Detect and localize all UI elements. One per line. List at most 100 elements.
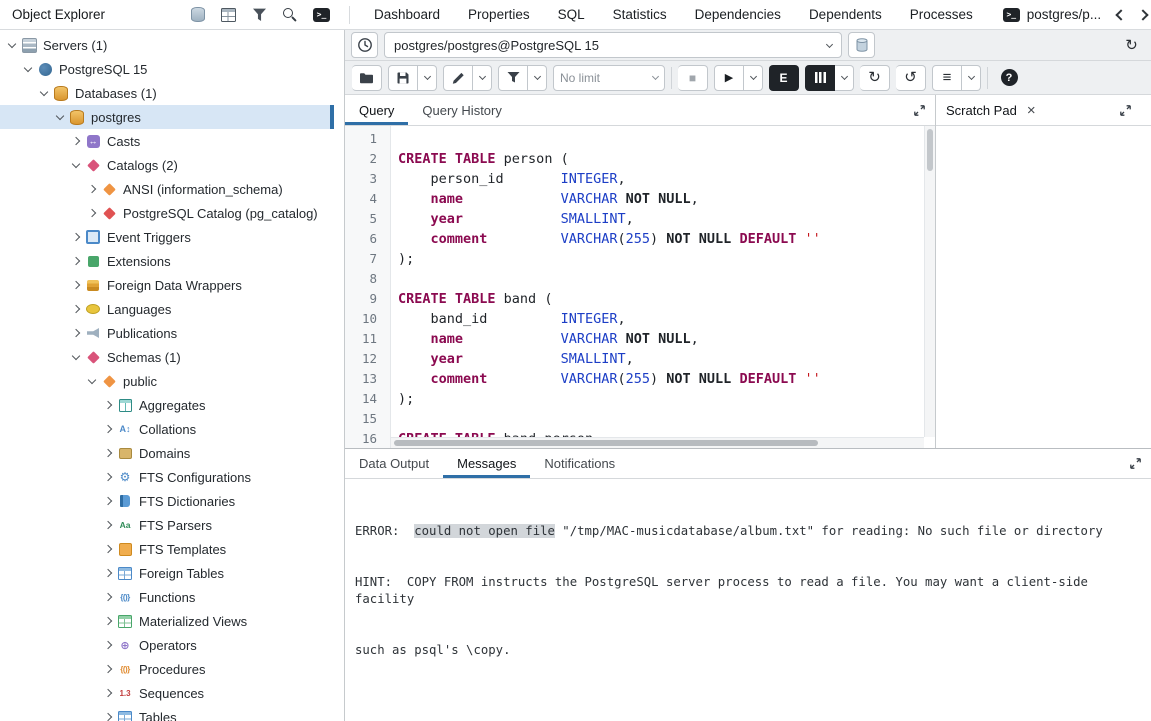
save-button[interactable] [388, 65, 418, 91]
tree-item-casts[interactable]: Casts [0, 129, 334, 153]
stop-button[interactable]: ■ [678, 65, 708, 91]
tree-item-event-triggers[interactable]: Event Triggers [0, 225, 334, 249]
tree-item-sequences[interactable]: Sequences [0, 681, 334, 705]
caret-icon[interactable] [52, 115, 67, 119]
sql-editor[interactable]: 12345678910111213141516 CREATE TABLE per… [345, 126, 935, 448]
tab-dashboard[interactable]: Dashboard [360, 0, 454, 29]
query-tool-tab[interactable]: >_ postgres/p... [987, 0, 1111, 29]
tree-item-aggregates[interactable]: Aggregates [0, 393, 334, 417]
caret-icon[interactable] [100, 570, 115, 576]
code-line[interactable]: year SMALLINT, [398, 349, 935, 369]
code-line[interactable]: year SMALLINT, [398, 209, 935, 229]
edit-button[interactable] [443, 65, 473, 91]
scrollbar-thumb[interactable] [927, 129, 933, 171]
caret-icon[interactable] [100, 714, 115, 720]
tree-item-ansi-information-schema[interactable]: ANSI (information_schema) [0, 177, 334, 201]
output-tab-data-output[interactable]: Data Output [345, 449, 443, 478]
open-file-button[interactable] [352, 65, 382, 91]
caret-icon[interactable] [100, 402, 115, 408]
database-button[interactable] [184, 3, 211, 27]
caret-icon[interactable] [100, 522, 115, 528]
help-button[interactable]: ? [994, 65, 1024, 91]
explain-button[interactable]: E [769, 65, 799, 91]
tab-dependencies[interactable]: Dependencies [681, 0, 795, 29]
caret-icon[interactable] [68, 306, 83, 312]
code-line[interactable]: name VARCHAR NOT NULL, [398, 189, 935, 209]
terminal-button[interactable]: >_ [308, 3, 335, 27]
tab-statistics[interactable]: Statistics [599, 0, 681, 29]
code-area[interactable]: CREATE TABLE person ( person_id INTEGER,… [391, 126, 935, 448]
caret-icon[interactable] [4, 43, 19, 47]
tree-item-languages[interactable]: Languages [0, 297, 334, 321]
caret-icon[interactable] [100, 498, 115, 504]
expand-output-button[interactable] [1129, 457, 1142, 470]
tab-dependents[interactable]: Dependents [795, 0, 896, 29]
expand-editor-button[interactable] [913, 104, 926, 117]
caret-icon[interactable] [68, 138, 83, 144]
tree-item-catalogs-2[interactable]: Catalogs (2) [0, 153, 334, 177]
tree-item-fts-parsers[interactable]: FTS Parsers [0, 513, 334, 537]
tree-item-publications[interactable]: Publications [0, 321, 334, 345]
tree-item-servers-1[interactable]: Servers (1) [0, 33, 334, 57]
filter-menu-button[interactable] [528, 65, 547, 91]
rollback-button[interactable]: ↺ [896, 65, 926, 91]
horizontal-scrollbar[interactable] [391, 437, 924, 448]
tree-item-foreign-data-wrappers[interactable]: Foreign Data Wrappers [0, 273, 334, 297]
tree-item-postgresql-15[interactable]: PostgreSQL 15 [0, 57, 334, 81]
code-line[interactable] [398, 409, 935, 429]
caret-icon[interactable] [100, 474, 115, 480]
caret-icon[interactable] [100, 594, 115, 600]
tree-item-postgres[interactable]: postgres [0, 105, 334, 129]
tree-item-procedures[interactable]: Procedures [0, 657, 334, 681]
chevron-left-icon[interactable] [1115, 9, 1126, 20]
output-tab-notifications[interactable]: Notifications [530, 449, 629, 478]
tree-item-functions[interactable]: Functions [0, 585, 334, 609]
caret-icon[interactable] [100, 546, 115, 552]
caret-icon[interactable] [36, 91, 51, 95]
tree-item-fts-dictionaries[interactable]: FTS Dictionaries [0, 489, 334, 513]
filter-button[interactable] [246, 3, 273, 27]
vertical-scrollbar[interactable] [924, 126, 935, 437]
tree-item-domains[interactable]: Domains [0, 441, 334, 465]
filter-button[interactable] [498, 65, 528, 91]
tree-item-databases-1[interactable]: Databases (1) [0, 81, 334, 105]
scrollbar-thumb[interactable] [394, 440, 818, 446]
tree-item-operators[interactable]: Operators [0, 633, 334, 657]
code-line[interactable]: CREATE TABLE band ( [398, 289, 935, 309]
tree-item-fts-templates[interactable]: FTS Templates [0, 537, 334, 561]
chevron-right-icon[interactable] [1137, 9, 1148, 20]
code-line[interactable]: comment VARCHAR(255) NOT NULL DEFAULT '' [398, 369, 935, 389]
tab-properties[interactable]: Properties [454, 0, 544, 29]
macros-button[interactable]: ≡ [932, 65, 962, 91]
save-menu-button[interactable] [418, 65, 437, 91]
tree-item-schemas-1[interactable]: Schemas (1) [0, 345, 334, 369]
caret-icon[interactable] [100, 690, 115, 696]
limit-select[interactable]: No limit [553, 65, 665, 91]
tree-item-materialized-views[interactable]: Materialized Views [0, 609, 334, 633]
caret-icon[interactable] [100, 642, 115, 648]
tree-item-extensions[interactable]: Extensions [0, 249, 334, 273]
caret-icon[interactable] [68, 163, 83, 167]
table-button[interactable] [215, 3, 242, 27]
caret-icon[interactable] [68, 258, 83, 264]
code-line[interactable]: ); [398, 249, 935, 269]
caret-icon[interactable] [84, 379, 99, 383]
new-connection-button[interactable] [848, 32, 875, 58]
code-line[interactable] [398, 129, 935, 149]
caret-icon[interactable] [68, 282, 83, 288]
caret-icon[interactable] [100, 618, 115, 624]
caret-icon[interactable] [68, 355, 83, 359]
caret-icon[interactable] [84, 186, 99, 192]
tab-query[interactable]: Query [345, 95, 408, 125]
commit-button[interactable]: ↻ [860, 65, 890, 91]
macros-menu-button[interactable] [962, 65, 981, 91]
connection-status-button[interactable] [351, 32, 378, 58]
caret-icon[interactable] [100, 450, 115, 456]
tree-item-collations[interactable]: Collations [0, 417, 334, 441]
tab-query-history[interactable]: Query History [408, 95, 515, 125]
execute-menu-button[interactable] [744, 65, 763, 91]
tree-item-tables[interactable]: Tables [0, 705, 334, 721]
tab-processes[interactable]: Processes [896, 0, 987, 29]
code-line[interactable]: band_id INTEGER, [398, 309, 935, 329]
explain-menu-button[interactable] [835, 65, 854, 91]
